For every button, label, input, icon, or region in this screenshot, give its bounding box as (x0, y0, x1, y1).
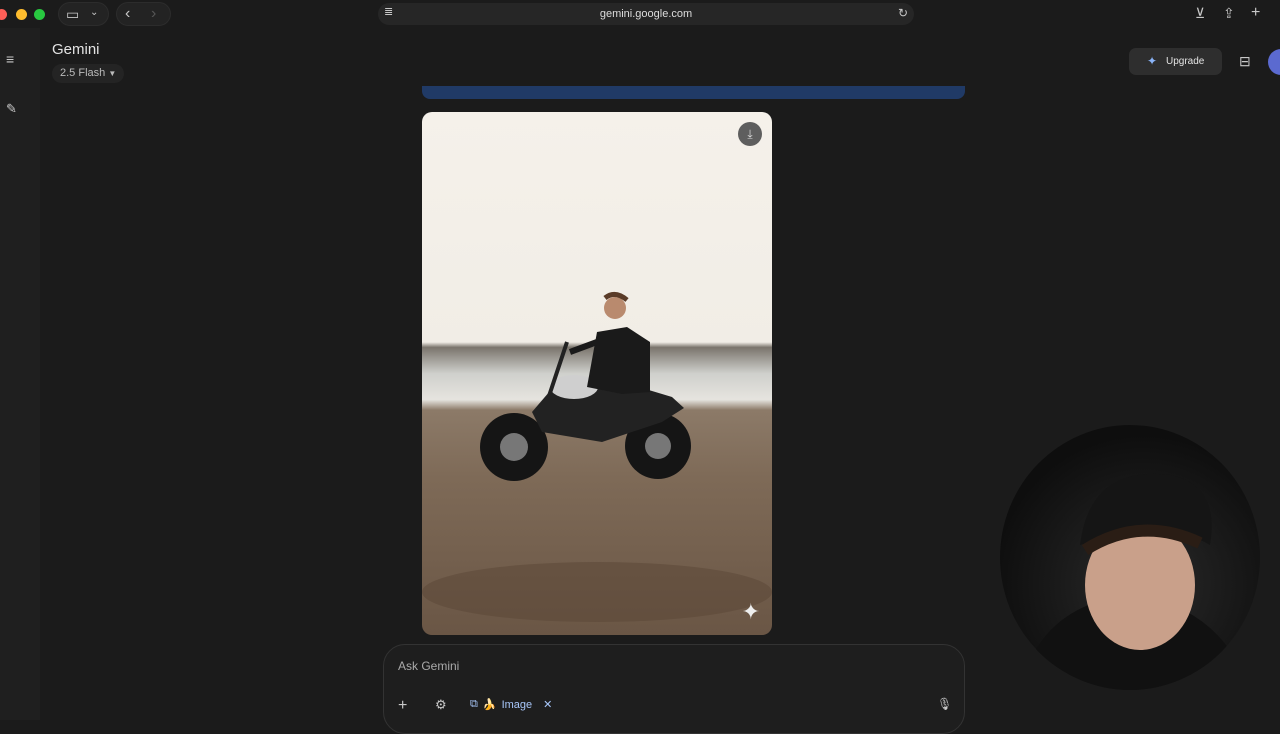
upgrade-label: Upgrade (1166, 56, 1205, 67)
sidebar-icon: ▭ (66, 6, 80, 22)
generated-image[interactable]: ✦ (422, 112, 772, 635)
nav-buttons: ‹ › (116, 2, 171, 26)
sidebar-toggle-button[interactable]: ▭ ⌄ (58, 2, 109, 26)
browser-toolbar: ▭ ⌄ ‹ › ≣ gemini.google.com ↻ ⊻ ⇪ + (0, 0, 1280, 28)
user-message-bubble (422, 86, 965, 99)
new-chat-icon[interactable]: ✎ (6, 102, 17, 115)
address-bar[interactable]: ≣ gemini.google.com ↻ (378, 3, 914, 25)
url-text: gemini.google.com (599, 8, 693, 20)
gemini-sparkle-icon: ✦ (741, 599, 760, 624)
model-label: 2.5 Flash (60, 67, 106, 79)
minimize-window-button[interactable] (16, 9, 27, 20)
download-icon: ⤓ (747, 127, 753, 141)
reload-icon[interactable]: ↻ (898, 7, 908, 19)
forward-icon[interactable]: › (151, 6, 156, 22)
image-chip-label: Image (501, 698, 533, 711)
page-menu-icon[interactable]: ≣ (384, 7, 393, 18)
webcam-overlay (1000, 425, 1260, 690)
menu-icon[interactable]: ≡ (6, 52, 14, 66)
prompt-box[interactable] (383, 644, 965, 734)
caret-down-icon: ▼ (108, 69, 117, 78)
image-gallery-icon: ⧉ (470, 698, 478, 710)
downloads-icon[interactable]: ⊻ (1195, 6, 1205, 20)
zoom-window-button[interactable] (34, 9, 45, 20)
model-selector[interactable]: 2.5 Flash ▼ (52, 64, 125, 83)
sparkle-icon: ✦ (1147, 54, 1158, 68)
image-tool-chip[interactable]: ⧉ 🍌 Image ✕ (470, 698, 552, 711)
webcam-person (1020, 473, 1250, 690)
upgrade-button[interactable]: ✦ Upgrade (1129, 48, 1222, 75)
prompt-input[interactable]: Ask Gemini (398, 659, 459, 673)
download-image-button[interactable]: ⤓ (738, 122, 762, 146)
add-icon[interactable]: + (398, 698, 407, 714)
archive-icon[interactable]: ⊟ (1239, 54, 1251, 68)
remove-chip-icon[interactable]: ✕ (543, 698, 552, 711)
share-icon[interactable]: ⇪ (1223, 6, 1235, 20)
sidebar-rail: ≡ ✎ (0, 28, 40, 720)
tools-icon[interactable]: ⚙ (435, 698, 447, 711)
chevron-down-icon: ⌄ (90, 7, 99, 18)
back-icon[interactable]: ‹ (125, 6, 130, 22)
app-title: Gemini (52, 41, 100, 58)
motorcycle-rider-illustration (422, 292, 772, 622)
avatar[interactable] (1268, 49, 1280, 75)
microphone-icon[interactable]: 🎙 (937, 698, 952, 710)
new-tab-icon[interactable]: + (1251, 5, 1260, 21)
banana-emoji: 🍌 (482, 699, 497, 711)
close-window-button[interactable] (0, 9, 7, 20)
